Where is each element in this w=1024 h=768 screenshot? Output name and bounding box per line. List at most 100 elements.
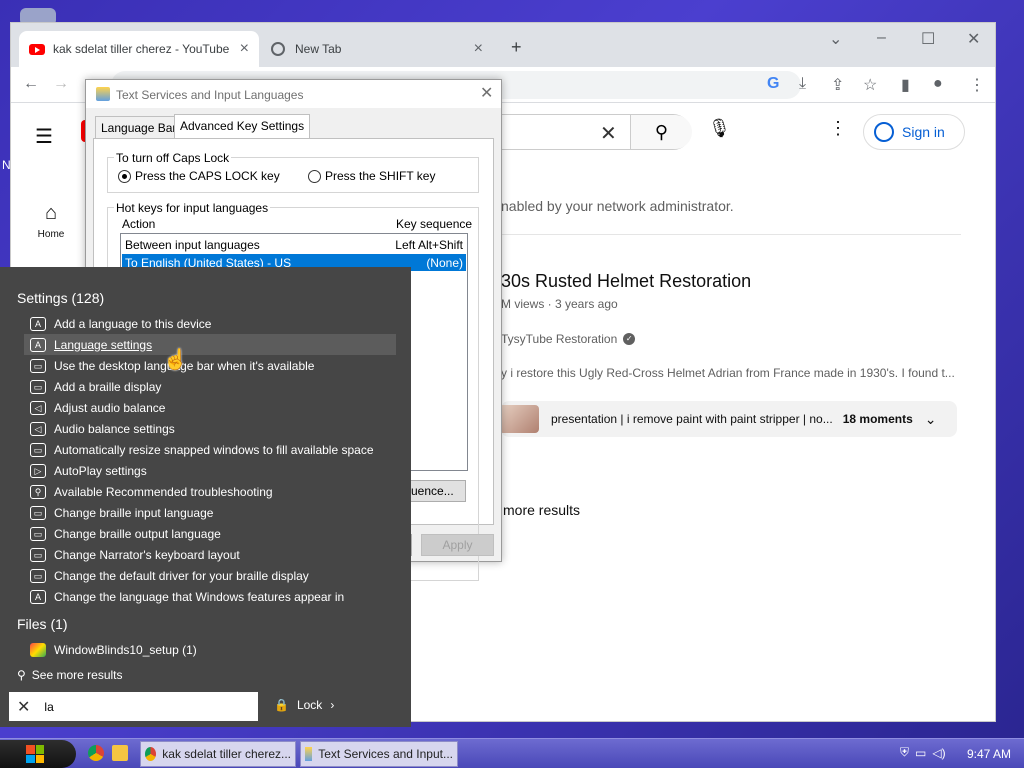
chevron-right-icon: › [330, 698, 335, 712]
more-results-link[interactable]: more results [503, 502, 580, 518]
settings-result[interactable]: ▭ Automatically resize snapped windows to… [24, 439, 396, 460]
taskbar-text-services[interactable]: Text Services and Input... [300, 741, 458, 767]
search-results-panel: Settings (128) A Add a language to this d… [0, 267, 411, 727]
taskbar: kak sdelat tiller cherez... Text Service… [0, 738, 1024, 768]
close-tab-icon[interactable]: × [240, 40, 249, 58]
close-icon[interactable]: ✕ [480, 83, 493, 103]
settings-result[interactable]: ▭ Change braille output language [24, 523, 396, 544]
taskbar-chrome[interactable]: kak sdelat tiller cherez... [140, 741, 296, 767]
bookmark-star-icon[interactable]: ☆ [863, 75, 877, 95]
clear-search-icon[interactable]: ✕ [17, 697, 30, 717]
settings-icon: ▭ [30, 379, 46, 394]
system-tray: ⛨ ▭ ◁) [900, 745, 946, 760]
more-options-icon[interactable]: ⋮ [829, 118, 847, 139]
chrome-quicklaunch-icon[interactable] [88, 745, 104, 761]
settings-icon: ◁ [30, 421, 46, 436]
tab-title: New Tab [295, 42, 342, 56]
tab-language-bar[interactable]: Language Bar [95, 116, 183, 138]
settings-result[interactable]: A Add a language to this device [24, 313, 396, 334]
caps-lock-group-label: To turn off Caps Lock [114, 151, 232, 165]
install-icon[interactable]: ⤓ [799, 75, 806, 93]
new-tab-button[interactable]: + [511, 37, 522, 58]
clear-search-icon[interactable]: ✕ [600, 121, 617, 146]
start-search-input[interactable]: ✕ la [9, 692, 258, 721]
tab-new-tab[interactable]: New Tab × [261, 31, 493, 67]
chrome-icon [145, 747, 157, 761]
change-key-sequence-button[interactable]: uence... [406, 480, 466, 502]
channel-name[interactable]: TysyTube Restoration ✓ [501, 332, 636, 346]
nav-home[interactable]: ⌂ Home [27, 202, 75, 240]
apply-button[interactable]: Apply [421, 534, 494, 556]
settings-icon: ▭ [30, 505, 46, 520]
windows-logo-icon [26, 745, 44, 763]
sign-in-button[interactable]: Sign in [863, 114, 965, 150]
search-icon[interactable]: ⚲ [630, 115, 692, 149]
hotkeys-group-label: Hot keys for input languages [114, 201, 271, 215]
search-icon: ⚲ [17, 668, 26, 682]
radio-caps-lock[interactable]: Press the CAPS LOCK key [118, 169, 280, 183]
settings-result[interactable]: ▭ Change Narrator's keyboard layout [24, 544, 396, 565]
microphone-icon[interactable]: 🎙 [708, 118, 731, 139]
settings-icon: A [30, 337, 46, 352]
table-row[interactable]: Between input languages Left Alt+Shift [122, 236, 466, 253]
folder-quicklaunch-icon[interactable] [112, 745, 128, 761]
settings-icon: ▭ [30, 568, 46, 583]
youtube-search[interactable]: ✕ ⚲ [481, 114, 692, 150]
settings-result[interactable]: ⚲ Available Recommended troubleshooting [24, 481, 396, 502]
dialog-titlebar: Text Services and Input Languages ✕ [86, 80, 501, 108]
menu-icon[interactable]: ☰ [35, 124, 53, 149]
column-key-sequence: Key sequence [396, 217, 473, 231]
profile-icon[interactable]: ● [933, 75, 943, 93]
account-icon [874, 122, 894, 142]
network-icon[interactable]: ▭ [915, 746, 926, 760]
forward-icon[interactable]: → [53, 75, 69, 93]
tab-youtube[interactable]: kak sdelat tiller cherez - YouTube × [19, 31, 259, 67]
settings-icon: ▭ [30, 547, 46, 562]
start-button[interactable] [0, 740, 76, 768]
divider [501, 234, 961, 235]
key-moments[interactable]: presentation | i remove paint with paint… [499, 401, 957, 437]
lock-button[interactable]: 🔒 Lock › [274, 698, 334, 712]
settings-icon: ⚲ [30, 484, 46, 499]
google-icon[interactable]: G [767, 75, 779, 93]
side-panel-icon[interactable]: ▮ [901, 75, 910, 95]
share-icon[interactable]: ⇪ [831, 75, 844, 95]
close-tab-icon[interactable]: × [474, 40, 483, 58]
files-header: Files (1) [17, 616, 68, 632]
see-more-results[interactable]: ⚲ See more results [17, 668, 123, 682]
settings-result[interactable]: ▷ AutoPlay settings [24, 460, 396, 481]
tab-strip: kak sdelat tiller cherez - YouTube × New… [11, 23, 995, 67]
close-window-icon[interactable]: ✕ [967, 29, 980, 49]
settings-result[interactable]: ▭ Use the desktop language bar when it's … [24, 355, 396, 376]
settings-result[interactable]: ▭ Add a braille display [24, 376, 396, 397]
chrome-menu-icon[interactable]: ⋮ [969, 75, 985, 95]
settings-result[interactable]: ▭ Change braille input language [24, 502, 396, 523]
video-description: y i restore this Ugly Red-Cross Helmet A… [501, 366, 955, 380]
settings-icon: ◁ [30, 400, 46, 415]
volume-icon[interactable]: ◁) [932, 746, 945, 760]
chevron-down-icon[interactable]: ⌄ [925, 411, 937, 428]
settings-result[interactable]: A Language settings [24, 334, 396, 355]
settings-result[interactable]: ◁ Adjust audio balance [24, 397, 396, 418]
keyboard-icon [305, 747, 313, 761]
settings-result[interactable]: ▭ Change the default driver for your brai… [24, 565, 396, 586]
back-icon[interactable]: ← [23, 75, 39, 93]
settings-icon: ▭ [30, 526, 46, 541]
radio-empty-icon [308, 169, 321, 183]
settings-result[interactable]: ◁ Audio balance settings [24, 418, 396, 439]
clock[interactable]: 9:47 AM [967, 747, 1011, 761]
tab-advanced-key-settings[interactable]: Advanced Key Settings [174, 114, 311, 139]
shield-icon[interactable]: ⛨ [900, 745, 909, 760]
file-result[interactable]: WindowBlinds10_setup (1) [24, 639, 396, 660]
hand-cursor-icon: ☝ [163, 349, 188, 371]
radio-shift[interactable]: Press the SHIFT key [308, 169, 435, 183]
restriction-notice: nabled by your network administrator. [501, 198, 734, 214]
settings-icon: ▷ [30, 463, 46, 478]
settings-icon: ▭ [30, 442, 46, 457]
video-title[interactable]: 30s Rusted Helmet Restoration [501, 271, 751, 292]
settings-icon: A [30, 589, 46, 604]
settings-result[interactable]: A Change the language that Windows featur… [24, 586, 396, 607]
maximize-icon[interactable]: ☐ [921, 29, 935, 49]
minimize-icon[interactable]: – [877, 29, 886, 47]
tab-search-icon[interactable]: ⌄ [829, 29, 842, 49]
